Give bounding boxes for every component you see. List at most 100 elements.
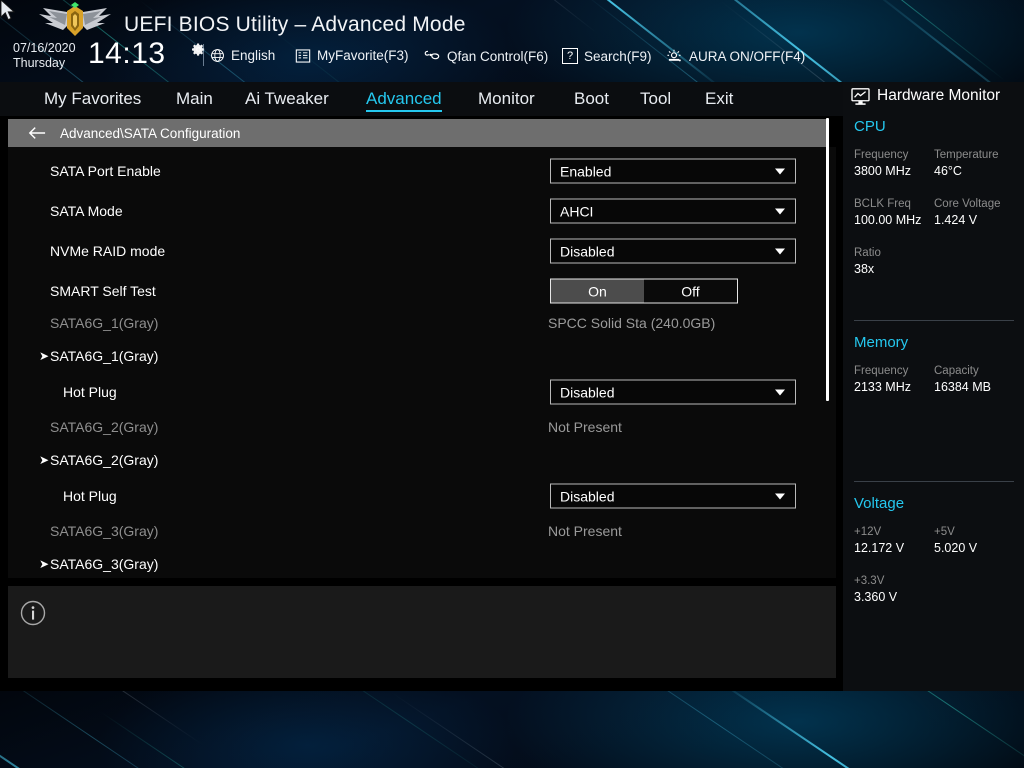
hw-divider	[854, 320, 1014, 321]
hot-plug-1-dropdown[interactable]: Disabled	[550, 379, 796, 405]
sata-port-enable-dropdown[interactable]: Enabled	[550, 158, 796, 184]
chevron-down-icon	[775, 208, 785, 214]
header-bar: UEFI BIOS Utility – Advanced Mode 07/16/…	[0, 0, 1024, 82]
tab-boot[interactable]: Boot	[574, 82, 609, 116]
setting-row-hot-plug-2[interactable]: Hot Plug Disabled	[8, 476, 836, 516]
info-value: Not Present	[548, 523, 622, 539]
hw-metric-cpu-temperature: Temperature 46°C	[934, 148, 1014, 180]
hardware-monitor-header: Hardware Monitor	[851, 87, 1000, 105]
hw-metric-value: 12.172 V	[854, 541, 905, 555]
info-value: Not Present	[548, 419, 622, 435]
tab-label: Tool	[640, 89, 672, 108]
weekday-text: Thursday	[13, 56, 66, 70]
hw-metric-value: 1.424 V	[934, 213, 978, 227]
hw-section-title: Memory	[854, 334, 909, 351]
setting-label: NVMe RAID mode	[50, 243, 166, 259]
setting-label: SMART Self Test	[50, 283, 156, 299]
hw-metric-12v: +12V 12.172 V	[854, 525, 934, 557]
info-value: SPCC Solid Sta (240.0GB)	[548, 315, 716, 331]
page-title: UEFI BIOS Utility – Advanced Mode	[124, 13, 466, 36]
tab-label: Advanced	[366, 89, 442, 108]
setting-row-sata-mode[interactable]: SATA Mode AHCI	[8, 191, 836, 231]
hw-section-title: Voltage	[854, 495, 905, 512]
tab-tool[interactable]: Tool	[640, 82, 671, 116]
mouse-pointer	[0, 0, 16, 21]
tab-label: Ai Tweaker	[245, 89, 329, 108]
smart-self-test-toggle[interactable]: On Off	[550, 278, 738, 304]
hotkey-qfan-control[interactable]: Qfan Control(F6)	[423, 48, 548, 64]
footer-background-streaks	[0, 691, 1024, 768]
hw-metric-value: 2133 MHz	[854, 380, 911, 394]
list-icon	[295, 48, 311, 63]
hw-metric-ratio: Ratio 38x	[854, 246, 1014, 278]
submenu-row-sata6g-3[interactable]: ➤ SATA6G_3(Gray)	[8, 544, 836, 578]
hw-metric-value: 3.360 V	[854, 590, 898, 604]
chevron-down-icon	[775, 389, 785, 395]
nvme-raid-mode-dropdown[interactable]: Disabled	[550, 238, 796, 264]
tab-advanced[interactable]: Advanced	[366, 82, 442, 116]
tab-main[interactable]: Main	[176, 82, 213, 116]
sata-mode-dropdown[interactable]: AHCI	[550, 198, 796, 224]
hw-metric-memory-capacity: Capacity 16384 MB	[934, 364, 1014, 396]
setting-label: Hot Plug	[63, 384, 117, 400]
hw-divider	[854, 481, 1014, 482]
clock-text: 14:13	[88, 37, 166, 70]
hw-metric-value: 16384 MB	[934, 380, 991, 394]
hw-metric-key: Frequency	[854, 365, 909, 377]
chevron-down-icon	[775, 248, 785, 254]
chevron-down-icon	[775, 168, 785, 174]
tab-my-favorites[interactable]: My Favorites	[44, 82, 141, 116]
footer-bar: Last Modified EzMode(F7)| Hot Keys ? Ver…	[0, 691, 1024, 768]
tab-label: Monitor	[478, 89, 535, 108]
hw-section-voltage: Voltage +12V 12.172 V +5V 5.020 V +3.3V …	[854, 495, 1014, 623]
fan-icon	[423, 48, 441, 64]
chevron-right-icon: ➤	[39, 557, 50, 571]
hotkey-myfavorite[interactable]: MyFavorite(F3)	[295, 48, 409, 63]
tab-label: Exit	[705, 89, 734, 108]
hotkey-aura[interactable]: AURA ON/OFF(F4)	[665, 48, 805, 64]
toggle-on-segment[interactable]: On	[551, 279, 644, 303]
back-arrow-icon[interactable]	[28, 126, 46, 140]
hw-metric-memory-frequency: Frequency 2133 MHz	[854, 364, 934, 396]
info-label: SATA6G_2(Gray)	[50, 419, 159, 435]
hw-metric-cpu-frequency: Frequency 3800 MHz	[854, 148, 934, 180]
submenu-row-sata6g-1[interactable]: ➤ SATA6G_1(Gray)	[8, 336, 836, 376]
setting-label: SATA Port Enable	[50, 163, 161, 179]
date-display: 07/16/2020 Thursday	[13, 41, 76, 71]
setting-row-sata-port-enable[interactable]: SATA Port Enable Enabled	[8, 151, 836, 191]
setting-row-hot-plug-1[interactable]: Hot Plug Disabled	[8, 372, 836, 412]
help-panel	[8, 586, 836, 678]
tab-monitor[interactable]: Monitor	[478, 82, 535, 116]
hw-metric-key: BCLK Freq	[854, 198, 911, 210]
hw-metric-key: +3.3V	[854, 575, 885, 587]
hot-plug-2-dropdown[interactable]: Disabled	[550, 483, 796, 509]
dropdown-value: Disabled	[560, 488, 615, 504]
settings-scrollbar[interactable]	[826, 118, 829, 401]
hw-metric-key: +5V	[934, 526, 955, 538]
submenu-row-sata6g-2[interactable]: ➤ SATA6G_2(Gray)	[8, 440, 836, 480]
tab-exit[interactable]: Exit	[705, 82, 733, 116]
question-box-icon: ?	[562, 48, 578, 64]
bios-screen: UEFI BIOS Utility – Advanced Mode 07/16/…	[0, 0, 1024, 768]
breadcrumb[interactable]: Advanced\SATA Configuration	[8, 119, 828, 147]
setting-label: SATA Mode	[50, 203, 123, 219]
dropdown-value: Enabled	[560, 163, 612, 179]
tab-ai-tweaker[interactable]: Ai Tweaker	[245, 82, 329, 116]
hw-metric-value: 38x	[854, 262, 875, 276]
hw-section-title: CPU	[854, 118, 886, 135]
header-separator	[203, 44, 204, 66]
submenu-label: SATA6G_3(Gray)	[50, 556, 159, 572]
setting-row-nvme-raid-mode[interactable]: NVMe RAID mode Disabled	[8, 231, 836, 271]
hw-metric-key: +12V	[854, 526, 882, 538]
hotkey-label: AURA ON/OFF(F4)	[689, 48, 806, 64]
hotkey-search[interactable]: ? Search(F9)	[562, 48, 652, 64]
hw-metric-key: Ratio	[854, 247, 881, 259]
setting-label: Hot Plug	[63, 488, 117, 504]
toggle-off-segment[interactable]: Off	[644, 279, 737, 303]
settings-list: SATA Port Enable Enabled SATA Mode AHCI …	[8, 147, 836, 578]
hw-metric-value: 46°C	[934, 164, 962, 178]
info-circle-icon[interactable]	[20, 600, 46, 626]
hotkey-language[interactable]: English	[210, 48, 275, 63]
tab-label: My Favorites	[44, 89, 142, 108]
hw-metric-bclk-freq: BCLK Freq 100.00 MHz	[854, 197, 934, 229]
